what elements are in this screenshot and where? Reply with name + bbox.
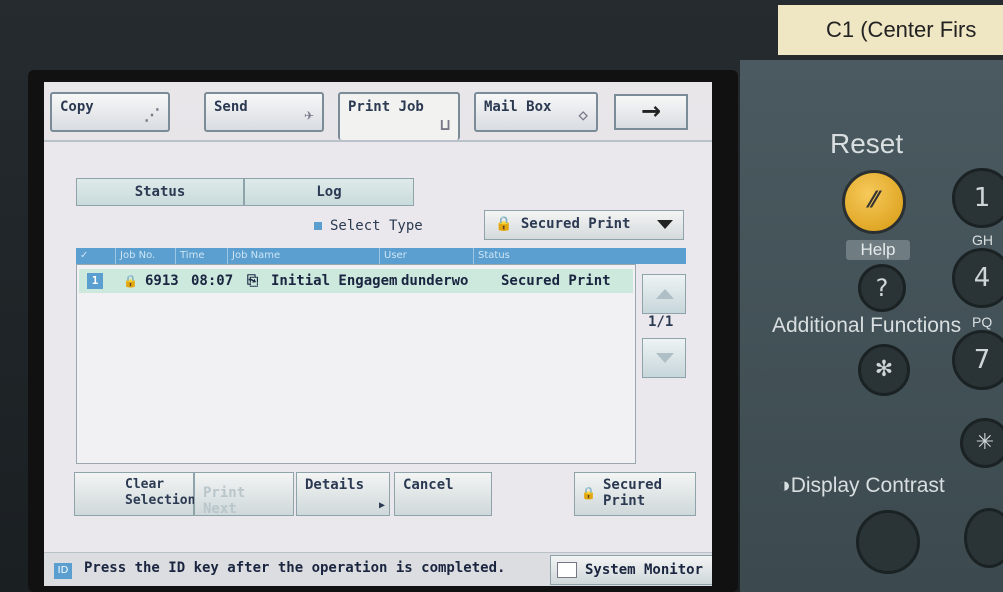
col-job-no: Job No. <box>116 248 176 264</box>
secured-print-button[interactable]: 🔒 Secured Print <box>574 472 696 516</box>
tab-send[interactable]: Send ✈ <box>204 92 324 132</box>
print-icon: ⊔ <box>440 115 450 134</box>
system-monitor-button[interactable]: System Monitor ▶ <box>550 555 712 585</box>
help-button[interactable]: ? <box>858 264 906 312</box>
additional-functions-label: Additional Functions <box>772 314 962 337</box>
arrow-right-icon: → <box>640 97 662 125</box>
tab-print-job-label: Print Job <box>348 99 424 115</box>
copy-icon: ⋰ <box>144 105 160 124</box>
select-type-label: Select Type <box>314 218 423 234</box>
scroll-up-button[interactable] <box>642 274 686 314</box>
time-cell: 08:07 <box>191 273 234 289</box>
id-badge-icon: ID <box>54 563 72 579</box>
chevron-up-icon <box>656 289 674 299</box>
select-all-checkbox[interactable]: ✓ <box>76 248 116 264</box>
page-indicator: 1/1 <box>648 314 674 330</box>
keypad-pq-label: PQ <box>972 314 993 330</box>
keypad-star-button[interactable]: ✳ <box>960 418 1003 468</box>
table-header: ✓ Job No. Time Job Name User Status <box>76 248 686 264</box>
send-icon: ✈ <box>304 105 314 124</box>
tab-mail-box[interactable]: Mail Box ◇ <box>474 92 598 132</box>
col-status: Status <box>478 250 510 261</box>
user-cell: dunderwo <box>401 273 469 289</box>
gear-icon: ✻ <box>874 357 894 382</box>
job-name-cell: Initial Engagem <box>271 273 398 289</box>
bullet-icon <box>314 222 322 230</box>
job-type-dropdown[interactable]: 🔒 Secured Print <box>484 210 684 240</box>
row-checkbox[interactable]: 1 <box>87 273 103 289</box>
print-job-content: Status Log Select Type 🔒 Secured Print ✓… <box>44 140 712 586</box>
next-tabs-button[interactable]: → <box>614 94 688 130</box>
display-contrast-button[interactable] <box>856 510 920 574</box>
lock-icon: 🔒 <box>495 216 513 232</box>
print-next-button[interactable]: Print Next <box>194 472 294 517</box>
tab-send-label: Send <box>214 99 248 115</box>
system-monitor-label: System Monitor <box>585 562 704 578</box>
keypad-7-label: 7 <box>973 345 991 375</box>
asterisk-icon: ✳ <box>975 430 995 455</box>
tab-mail-box-label: Mail Box <box>484 99 552 115</box>
clear-selection-button[interactable]: Clear Selection <box>74 472 195 516</box>
touch-screen: Copy ⋰ Send ✈ Print Job ⊔ Mail Box ◇ → S… <box>44 82 712 586</box>
keypad-7-button[interactable]: 7 <box>952 330 1003 390</box>
status-segment-button[interactable]: Status <box>76 178 244 206</box>
log-segment-button[interactable]: Log <box>244 178 414 206</box>
details-button[interactable]: Details ▶ <box>296 472 390 516</box>
secured-print-label: Secured Print <box>603 477 663 509</box>
cancel-button[interactable]: Cancel <box>394 472 492 516</box>
display-contrast-text: Display Contrast <box>790 474 945 497</box>
help-label: Help <box>846 240 910 260</box>
job-list: 1 🔒 6913 08:07 ⎘ Initial Engagem dunderw… <box>76 264 636 464</box>
keypad-1-label: 1 <box>973 183 991 213</box>
scroll-down-button[interactable] <box>642 338 686 378</box>
tab-copy-label: Copy <box>60 99 94 115</box>
details-label: Details <box>305 477 365 493</box>
question-icon: ? <box>875 274 889 302</box>
reset-label: Reset <box>830 128 904 159</box>
status-cell: Secured Print <box>501 273 611 289</box>
status-bar: ID Press the ID key after the operation … <box>44 552 712 586</box>
monitor-icon <box>557 562 577 578</box>
keypad-4-button[interactable]: 4 <box>952 248 1003 308</box>
chevron-down-icon <box>657 220 673 229</box>
reset-icon: ⁄⁄ <box>870 188 878 213</box>
job-no-cell: 6913 <box>145 273 179 289</box>
keypad-gh-label: GH <box>972 232 993 248</box>
display-contrast-label: ◑Display Contrast <box>778 474 945 497</box>
additional-functions-button[interactable]: ✻ <box>858 344 910 396</box>
tab-print-job[interactable]: Print Job ⊔ <box>338 92 460 140</box>
lock-icon: 🔒 <box>581 486 596 500</box>
table-row[interactable]: 1 🔒 6913 08:07 ⎘ Initial Engagem dunderw… <box>79 269 633 293</box>
col-user: User <box>380 248 474 264</box>
keypad-1-button[interactable]: 1 <box>952 168 1003 228</box>
col-time: Time <box>176 248 228 264</box>
chevron-down-icon <box>656 353 674 363</box>
chevron-right-icon: ▶ <box>378 500 385 511</box>
select-type-text: Select Type <box>330 218 423 234</box>
tab-copy[interactable]: Copy ⋰ <box>50 92 170 132</box>
tray-label-strip: C1 (Center Firs <box>778 5 1003 55</box>
col-job-name: Job Name <box>228 248 380 264</box>
status-message: Press the ID key after the operation is … <box>84 560 506 576</box>
reset-button[interactable]: ⁄⁄ <box>842 170 906 234</box>
lock-icon: 🔒 <box>123 274 138 288</box>
keypad-4-label: 4 <box>973 263 991 293</box>
dropdown-value: Secured Print <box>520 216 631 232</box>
mailbox-icon: ◇ <box>578 105 588 124</box>
document-icon: ⎘ <box>247 273 259 289</box>
